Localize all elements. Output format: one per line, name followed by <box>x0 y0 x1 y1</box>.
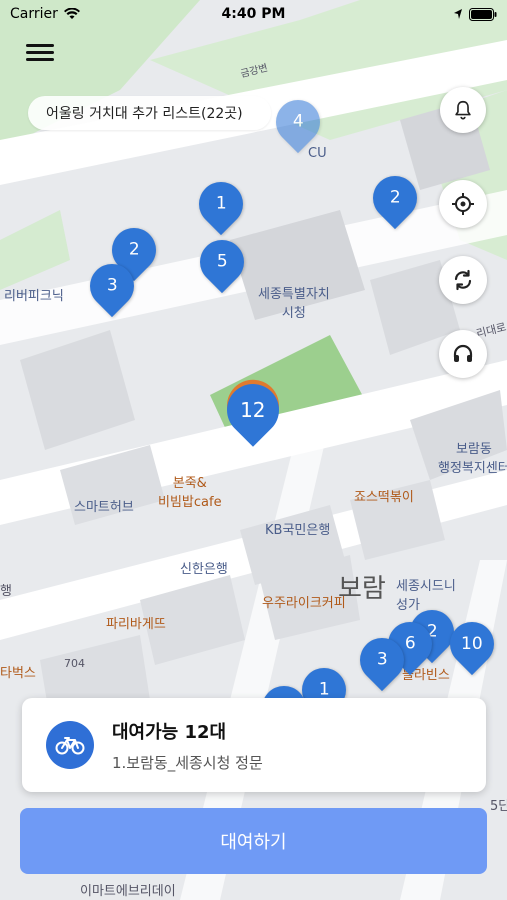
poi-label-shinhan: 신한은행 <box>180 562 228 577</box>
status-bar: Carrier 4:40 PM <box>0 0 507 28</box>
banner-text: 어울링 거치대 추가 리스트(22곳) <box>46 106 243 122</box>
poi-label-boram-office: 보람동 행정복지센터 <box>438 442 507 476</box>
station-marker[interactable]: 3 <box>80 254 144 318</box>
poi-label-city-hall: 세종특별자치 시청 <box>258 287 330 321</box>
poi-label-tabucks: 타벅스 <box>0 666 36 681</box>
notification-button[interactable] <box>440 87 486 133</box>
location-arrow-icon <box>454 9 462 19</box>
poi-label-jyos: 죠스떡볶이 <box>354 490 414 505</box>
station-marker[interactable]: 5 <box>190 230 254 294</box>
customer-support-button[interactable] <box>439 330 487 378</box>
wifi-icon <box>63 8 80 19</box>
poi-label-sejong: 세종시드니 성가 <box>396 579 456 613</box>
station-marker[interactable]: 1 <box>189 172 253 236</box>
location-target-icon <box>452 193 474 215</box>
station-name: 1.보람동_세종시청 정문 <box>112 753 263 772</box>
selected-station-marker[interactable]: 12 <box>216 373 290 447</box>
poi-label-smarthub: 스마트허브 <box>74 500 134 515</box>
bell-icon <box>455 100 471 120</box>
refresh-icon <box>454 269 472 291</box>
road-label: 5단 <box>490 799 507 814</box>
area-label-boram: 보람 <box>338 574 386 604</box>
station-marker[interactable]: 4 <box>266 90 330 154</box>
poi-label-woojoo: 우주라이크커피 <box>262 596 346 611</box>
building-number: 704 <box>64 657 85 670</box>
battery-icon <box>469 7 497 21</box>
station-marker[interactable]: 10 <box>440 612 504 676</box>
station-list-banner[interactable]: 어울링 거치대 추가 리스트(22곳) <box>28 96 271 130</box>
poi-label-cu: CU <box>308 146 327 161</box>
menu-button[interactable] <box>26 40 54 64</box>
station-marker[interactable]: 2 <box>363 166 427 230</box>
bicycle-badge <box>46 721 94 769</box>
poi-label-haeng: 행 <box>0 584 12 599</box>
rent-button[interactable]: 대여하기 <box>20 808 487 874</box>
station-marker[interactable]: 3 <box>350 628 414 692</box>
bicycle-icon <box>55 737 85 755</box>
refresh-button[interactable] <box>439 256 487 304</box>
poi-label-bonjuk: 본죽& 비빔밥cafe <box>158 476 222 510</box>
carrier-label: Carrier <box>10 6 58 22</box>
poi-label-paris: 파리바게뜨 <box>106 617 166 632</box>
headset-icon <box>453 344 473 362</box>
my-location-button[interactable] <box>439 180 487 228</box>
station-info-card[interactable]: 대여가능 12대 1.보람동_세종시청 정문 <box>22 698 486 792</box>
poi-label-emart: 이마트에브리데이 <box>80 884 176 899</box>
available-bikes-title: 대여가능 12대 <box>112 721 227 743</box>
poi-label-kb: KB국민은행 <box>265 523 331 538</box>
menu-icon <box>26 44 54 61</box>
poi-label-riverpik: 리버피크닉 <box>4 289 64 304</box>
